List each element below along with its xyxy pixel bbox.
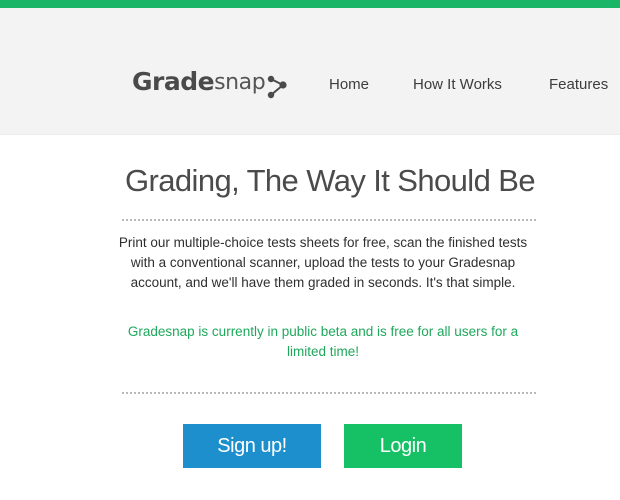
nav-features-link[interactable]: Features <box>549 76 608 93</box>
headline-text: Grading, The Way It Should Be <box>125 163 536 198</box>
dotted-divider-bottom <box>122 392 536 394</box>
page-headline: Grading, The Way It Should Be <box>0 163 620 199</box>
main-navigation: Home How It Works Features <box>0 76 620 98</box>
login-button[interactable]: Login <box>344 424 462 468</box>
product-description: Print our multiple-choice tests sheets f… <box>118 235 528 290</box>
dotted-divider-top <box>122 219 536 221</box>
top-accent-bar <box>0 0 620 8</box>
signup-button[interactable]: Sign up! <box>183 424 321 468</box>
nav-how-it-works-link[interactable]: How It Works <box>413 76 502 93</box>
beta-notice: Gradesnap is currently in public beta an… <box>127 324 519 359</box>
nav-home-link[interactable]: Home <box>329 76 369 93</box>
site-header: Grade snap Home How It Works Features <box>0 8 620 135</box>
